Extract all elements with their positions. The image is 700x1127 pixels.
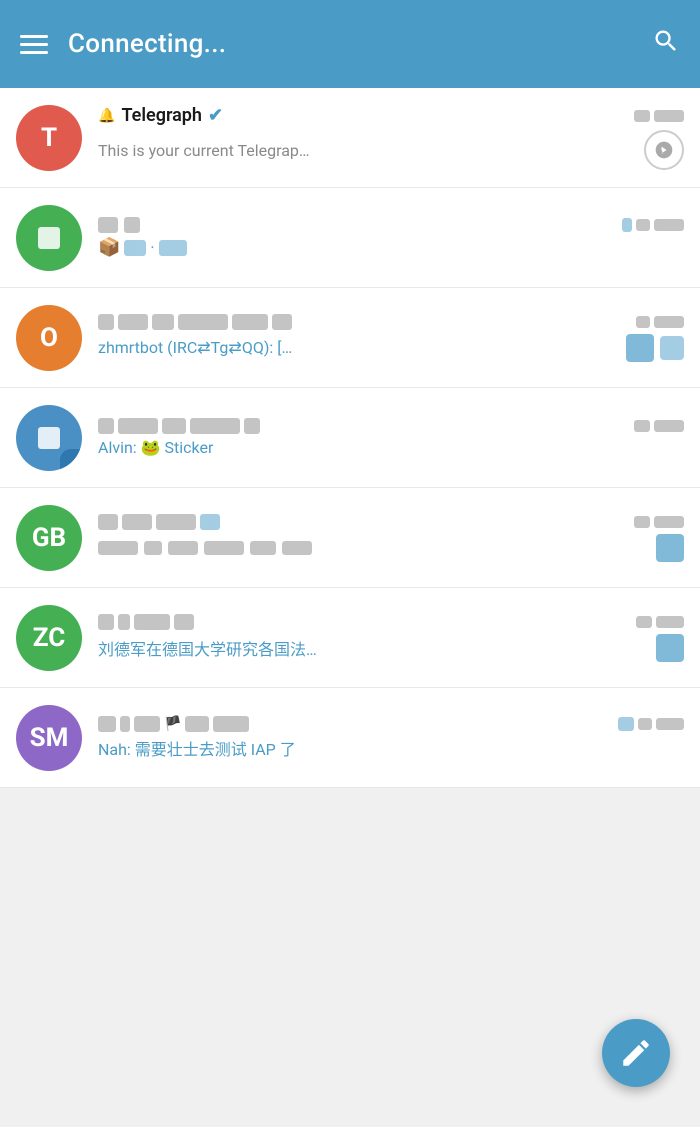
search-button[interactable] [652, 27, 680, 62]
topbar-title: Connecting... [68, 29, 226, 59]
avatar: ZC [16, 605, 82, 671]
chat-preview: 刘德军在德国大学研究各国法… [98, 636, 317, 660]
list-item[interactable]: T 🔔 Telegraph ✔ This is your current Tel… [0, 88, 700, 188]
compose-button[interactable] [602, 1019, 670, 1087]
chat-content: zhmrtbot (IRC⇄Tg⇄QQ): [… [98, 314, 684, 362]
chat-preview: 📦 · [98, 237, 684, 258]
chat-preview: This is your current Telegrap… [98, 141, 310, 160]
chat-time [636, 616, 684, 628]
menu-button[interactable] [20, 35, 48, 54]
chat-content: 🏴 Nah: 需要壮士去测试 IAP 了 [98, 716, 684, 760]
chat-preview: zhmrtbot (IRC⇄Tg⇄QQ): [… [98, 338, 292, 357]
chat-content: 📦 · [98, 217, 684, 258]
chat-time [634, 110, 684, 122]
list-item[interactable]: ZC 刘德军在德国大学研究各国法… [0, 588, 700, 688]
list-item[interactable]: GB [0, 488, 700, 588]
chat-name-text: Telegraph [121, 105, 202, 126]
chat-preview: Nah: 需要壮士去测试 IAP 了 [98, 736, 684, 760]
chat-content [98, 514, 684, 562]
mute-icon: 🔔 [98, 108, 115, 124]
avatar: SM [16, 705, 82, 771]
chat-content: 刘德军在德国大学研究各国法… [98, 614, 684, 662]
list-item[interactable]: 📦 · [0, 188, 700, 288]
chat-list: T 🔔 Telegraph ✔ This is your current Tel… [0, 88, 700, 788]
chat-content: Alvin: 🐸 Sticker [98, 418, 684, 457]
avatar: GB [16, 505, 82, 571]
avatar [16, 205, 82, 271]
chat-time [634, 420, 684, 432]
forward-icon [644, 130, 684, 170]
chat-time [622, 218, 684, 232]
chat-time [634, 516, 684, 528]
chat-content: 🔔 Telegraph ✔ This is your current Teleg… [98, 105, 684, 170]
list-item[interactable]: SM 🏴 Nah: 需要壮士去测试 IAP 了 [0, 688, 700, 788]
chat-time [618, 717, 684, 731]
avatar: O [16, 305, 82, 371]
avatar: T [16, 105, 82, 171]
list-item[interactable]: O zhmrtbot (IRC⇄Tg⇄QQ): [… [0, 288, 700, 388]
chat-time [636, 316, 684, 328]
avatar [16, 405, 82, 471]
verified-icon: ✔ [208, 105, 223, 126]
list-item[interactable]: Alvin: 🐸 Sticker [0, 388, 700, 488]
topbar: Connecting... [0, 0, 700, 88]
chat-preview: Alvin: 🐸 Sticker [98, 438, 684, 457]
